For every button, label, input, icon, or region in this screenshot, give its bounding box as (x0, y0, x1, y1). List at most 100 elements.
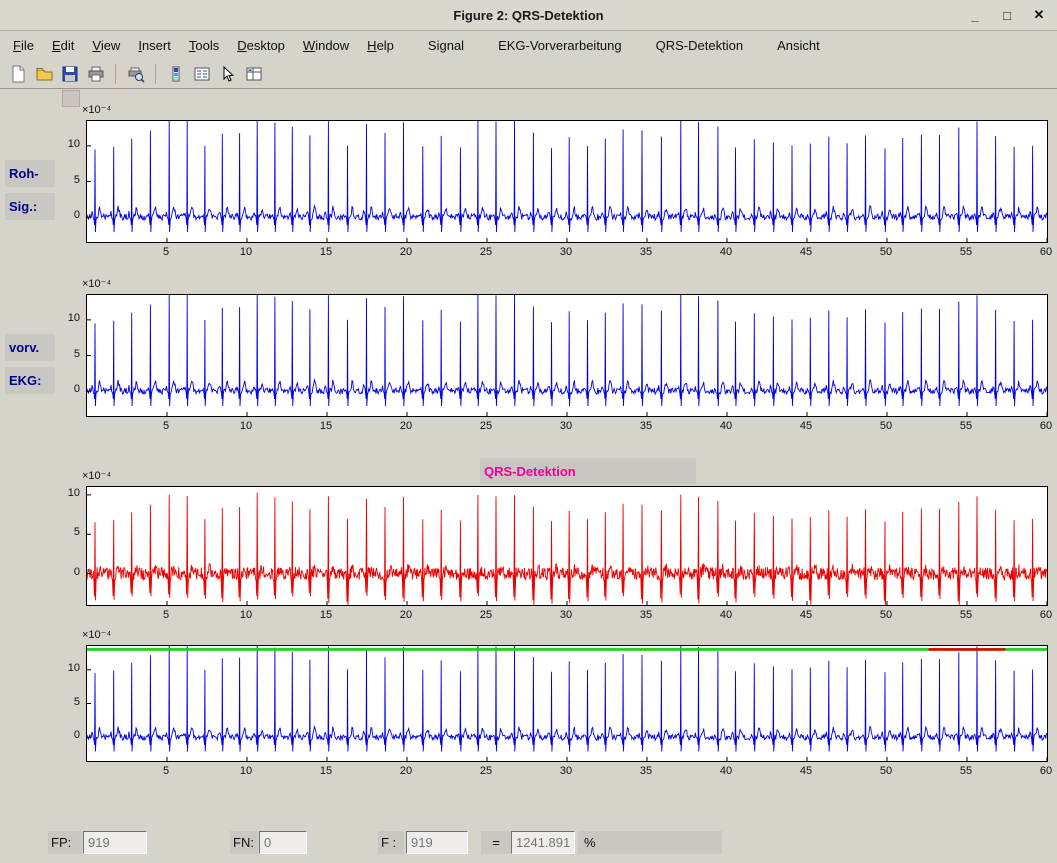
x-tick-label: 45 (795, 246, 817, 258)
menu-window[interactable]: Window (294, 33, 358, 58)
x-tick-label: 45 (795, 765, 817, 777)
x-tick-label: 50 (875, 765, 897, 777)
y-scale-label: ×10⁻⁴ (82, 469, 111, 482)
toolbar-open-button[interactable] (32, 62, 55, 85)
menu-insert[interactable]: Insert (129, 33, 180, 58)
label-vorv-ekg-line1: vorv. (5, 334, 55, 361)
toolbar-pointer-button[interactable] (216, 62, 239, 85)
window-title: Figure 2: QRS-Detektion (0, 8, 1057, 23)
percent-label: % (578, 831, 722, 854)
ecg-trace-svg (87, 646, 1047, 761)
x-tick-label: 10 (235, 420, 257, 432)
y-tick-label: 0 (56, 209, 80, 221)
x-tick-label: 30 (555, 246, 577, 258)
y-tick-label: 10 (56, 662, 80, 674)
x-tick-label: 25 (475, 609, 497, 621)
menu-view[interactable]: View (83, 33, 129, 58)
minimize-button[interactable]: _ (967, 8, 983, 23)
x-tick-label: 25 (475, 246, 497, 258)
fn-input[interactable] (259, 831, 307, 854)
x-tick-label: 25 (475, 765, 497, 777)
toolbar-print-button[interactable] (84, 62, 107, 85)
x-tick-label: 5 (155, 420, 177, 432)
x-tick-label: 30 (555, 765, 577, 777)
y-tick-label: 5 (56, 174, 80, 186)
x-tick-label: 5 (155, 765, 177, 777)
x-tick-label: 55 (955, 420, 977, 432)
close-button[interactable]: ✕ (1031, 7, 1047, 23)
x-tick-label: 60 (1035, 609, 1057, 621)
x-tick-label: 35 (635, 420, 657, 432)
plot-ekg-detektion-markers (86, 645, 1048, 762)
toolbar-separator (155, 64, 156, 84)
y-tick-label: 10 (56, 487, 80, 499)
x-tick-label: 40 (715, 765, 737, 777)
x-tick-label: 50 (875, 609, 897, 621)
y-tick-label: 5 (56, 696, 80, 708)
menu-edit[interactable]: Edit (43, 33, 83, 58)
menu-help[interactable]: Help (358, 33, 403, 58)
f-input[interactable] (406, 831, 468, 854)
qrs-detektion-plot-title: QRS-Detektion (480, 458, 696, 484)
x-tick-label: 40 (715, 609, 737, 621)
toolbar-new-button[interactable] (6, 62, 29, 85)
open-folder-icon (35, 65, 53, 83)
x-tick-label: 35 (635, 246, 657, 258)
fp-label: FP: (48, 831, 82, 854)
fn-label: FN: (230, 831, 258, 854)
toolbar (0, 59, 1057, 89)
x-tick-label: 25 (475, 420, 497, 432)
print-preview-icon (127, 65, 145, 83)
fp-input[interactable] (83, 831, 147, 854)
x-tick-label: 50 (875, 420, 897, 432)
colorbar-icon (167, 65, 185, 83)
x-tick-label: 40 (715, 246, 737, 258)
x-tick-label: 15 (315, 246, 337, 258)
toolbar-print-preview-button[interactable] (124, 62, 147, 85)
x-tick-label: 30 (555, 609, 577, 621)
menu-signal[interactable]: Signal (419, 33, 473, 58)
small-panel (62, 90, 80, 107)
menu-qrs-detektion[interactable]: QRS-Detektion (647, 33, 752, 58)
y-tick-label: 10 (56, 138, 80, 150)
toolbar-colorbar-button[interactable] (164, 62, 187, 85)
save-icon (61, 65, 79, 83)
label-vorv-ekg-line2: EKG: (5, 367, 55, 394)
toolbar-save-button[interactable] (58, 62, 81, 85)
x-tick-label: 10 (235, 765, 257, 777)
x-tick-label: 50 (875, 246, 897, 258)
x-tick-label: 55 (955, 609, 977, 621)
y-scale-label: ×10⁻⁴ (82, 103, 111, 116)
x-tick-label: 15 (315, 609, 337, 621)
x-tick-label: 10 (235, 609, 257, 621)
toolbar-property-editor-button[interactable] (242, 62, 265, 85)
y-tick-label: 5 (56, 526, 80, 538)
x-tick-label: 10 (235, 246, 257, 258)
property-editor-icon (245, 65, 263, 83)
menu-ansicht[interactable]: Ansicht (768, 33, 829, 58)
legend-icon (193, 65, 211, 83)
menu-file[interactable]: File (4, 33, 43, 58)
ecg-trace-svg (87, 295, 1047, 416)
y-tick-label: 0 (56, 566, 80, 578)
x-tick-label: 5 (155, 246, 177, 258)
ratio-input[interactable] (511, 831, 575, 854)
maximize-button[interactable]: □ (999, 8, 1015, 23)
x-tick-label: 45 (795, 609, 817, 621)
ecg-trace-svg (87, 487, 1047, 605)
menu-tools[interactable]: Tools (180, 33, 228, 58)
equals-label: = (481, 831, 511, 854)
menu-ekg-vorverarbeitung[interactable]: EKG-Vorverarbeitung (489, 33, 631, 58)
menubar: File Edit View Insert Tools Desktop Wind… (0, 31, 1057, 59)
menu-desktop[interactable]: Desktop (228, 33, 294, 58)
label-roh-signal-line1: Roh- (5, 160, 55, 187)
x-tick-label: 20 (395, 420, 417, 432)
new-document-icon (9, 65, 27, 83)
plot-qrs-detektion (86, 486, 1048, 606)
x-tick-label: 5 (155, 609, 177, 621)
titlebar: Figure 2: QRS-Detektion _ □ ✕ (0, 0, 1057, 31)
toolbar-separator (115, 64, 116, 84)
toolbar-legend-button[interactable] (190, 62, 213, 85)
ecg-trace-svg (87, 121, 1047, 242)
plot-roh-signal (86, 120, 1048, 243)
